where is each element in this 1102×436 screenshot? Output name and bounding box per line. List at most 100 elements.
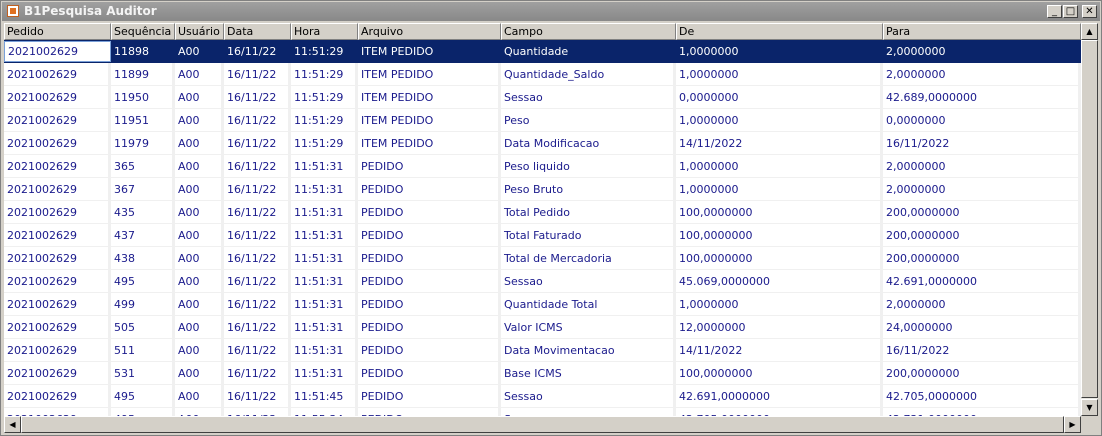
table-cell[interactable]: ITEM PEDIDO xyxy=(358,132,501,155)
table-row[interactable]: 2021002629 495 A00 16/11/22 11:51:31 PEDIDO Se… xyxy=(4,270,1081,293)
table-cell[interactable]: Quantidade Total xyxy=(501,293,676,316)
table-cell[interactable]: 438 xyxy=(111,247,175,270)
table-cell[interactable]: Total Pedido xyxy=(501,201,676,224)
table-cell[interactable]: A00 xyxy=(175,385,224,408)
table-cell[interactable]: 100,0000000 xyxy=(676,201,883,224)
table-cell[interactable]: 11:51:31 xyxy=(291,155,358,178)
scroll-right-button[interactable]: ▶ xyxy=(1064,416,1081,433)
table-row[interactable]: 2021002629 11979 A00 16/11/22 11:51:29 ITEM P… xyxy=(4,132,1081,155)
table-cell[interactable]: PEDIDO xyxy=(358,270,501,293)
scroll-up-button[interactable]: ▲ xyxy=(1081,23,1098,40)
table-cell[interactable]: 16/11/22 xyxy=(224,385,291,408)
table-row[interactable]: 2021002629 437 A00 16/11/22 11:51:31 PEDIDO To… xyxy=(4,224,1081,247)
vertical-scrollbar[interactable]: ▲ ▼ xyxy=(1081,23,1098,416)
table-cell[interactable]: A00 xyxy=(175,408,224,416)
table-row[interactable]: 2021002629 367 A00 16/11/22 11:51:31 PEDIDO Pe… xyxy=(4,178,1081,201)
table-cell[interactable]: Base ICMS xyxy=(501,362,676,385)
title-bar[interactable]: B1Pesquisa Auditor _ □ ✕ xyxy=(2,2,1100,21)
table-cell[interactable]: 365 xyxy=(111,155,175,178)
table-cell[interactable]: A00 xyxy=(175,339,224,362)
table-cell[interactable]: A00 xyxy=(175,316,224,339)
table-cell[interactable]: 16/11/22 xyxy=(224,86,291,109)
table-cell[interactable]: PEDIDO xyxy=(358,178,501,201)
table-cell[interactable]: Sessao xyxy=(501,408,676,416)
table-cell[interactable]: 16/11/22 xyxy=(224,109,291,132)
table-cell[interactable]: 11:51:31 xyxy=(291,224,358,247)
table-cell[interactable]: PEDIDO xyxy=(358,385,501,408)
table-cell[interactable]: 367 xyxy=(111,178,175,201)
table-cell[interactable]: 24,0000000 xyxy=(883,316,1081,339)
table-cell[interactable]: 2,0000000 xyxy=(883,155,1081,178)
table-cell[interactable]: PEDIDO xyxy=(358,224,501,247)
table-cell[interactable]: 16/11/22 xyxy=(224,201,291,224)
table-row[interactable]: 2021002629 11951 A00 16/11/22 11:51:29 ITEM P… xyxy=(4,109,1081,132)
table-row[interactable]: 2021002629 495 A00 16/11/22 11:51:45 PEDIDO Se… xyxy=(4,385,1081,408)
table-cell[interactable]: 2021002629 xyxy=(4,178,111,201)
table-cell[interactable]: 100,0000000 xyxy=(676,224,883,247)
table-row[interactable]: 2021002629 511 A00 16/11/22 11:51:31 PEDIDO Da… xyxy=(4,339,1081,362)
table-cell[interactable]: 2021002629 xyxy=(4,270,111,293)
table-cell[interactable]: 11:51:31 xyxy=(291,293,358,316)
table-cell[interactable]: Quantidade xyxy=(501,40,676,63)
column-header[interactable]: De xyxy=(676,23,883,40)
table-cell[interactable]: 16/11/22 xyxy=(224,339,291,362)
table-cell[interactable]: 1,0000000 xyxy=(676,155,883,178)
table-cell[interactable]: 505 xyxy=(111,316,175,339)
table-cell[interactable]: 200,0000000 xyxy=(883,224,1081,247)
table-cell[interactable]: PEDIDO xyxy=(358,339,501,362)
column-header[interactable]: Usuário xyxy=(175,23,224,40)
table-cell[interactable]: 16/11/22 xyxy=(224,247,291,270)
table-cell[interactable]: Total de Mercadoria xyxy=(501,247,676,270)
table-cell[interactable]: PEDIDO xyxy=(358,247,501,270)
table-cell[interactable]: 531 xyxy=(111,362,175,385)
table-cell[interactable]: 2021002629 xyxy=(4,385,111,408)
table-cell[interactable]: 11:51:29 xyxy=(291,109,358,132)
table-cell[interactable]: 2021002629 xyxy=(4,86,111,109)
table-cell[interactable]: A00 xyxy=(175,40,224,63)
column-header[interactable]: Campo xyxy=(501,23,676,40)
table-cell[interactable]: 16/11/22 xyxy=(224,63,291,86)
table-cell[interactable]: 499 xyxy=(111,293,175,316)
table-cell[interactable]: 11:51:31 xyxy=(291,339,358,362)
table-cell[interactable]: 100,0000000 xyxy=(676,362,883,385)
vertical-scroll-thumb[interactable] xyxy=(1081,40,1098,398)
table-row[interactable]: 2021002629 365 A00 16/11/22 11:51:31 PEDIDO Pe… xyxy=(4,155,1081,178)
table-cell[interactable]: 42.705,0000000 xyxy=(883,385,1081,408)
table-cell[interactable]: PEDIDO xyxy=(358,201,501,224)
table-cell[interactable]: 2021002629 xyxy=(4,362,111,385)
table-cell[interactable]: Valor ICMS xyxy=(501,316,676,339)
table-cell[interactable]: 14/11/2022 xyxy=(676,339,883,362)
table-cell[interactable]: 16/11/2022 xyxy=(883,339,1081,362)
table-cell[interactable]: 495 xyxy=(111,270,175,293)
table-cell[interactable]: Data Modificacao xyxy=(501,132,676,155)
close-button[interactable]: ✕ xyxy=(1082,5,1097,18)
table-cell[interactable]: A00 xyxy=(175,201,224,224)
table-cell[interactable]: ITEM PEDIDO xyxy=(358,86,501,109)
table-cell[interactable]: 200,0000000 xyxy=(883,362,1081,385)
table-cell[interactable]: PEDIDO xyxy=(358,362,501,385)
column-header[interactable]: Sequência xyxy=(111,23,175,40)
table-cell[interactable]: A00 xyxy=(175,178,224,201)
table-row[interactable]: 2021002629 505 A00 16/11/22 11:51:31 PEDIDO Va… xyxy=(4,316,1081,339)
table-cell[interactable]: 11:51:29 xyxy=(291,86,358,109)
table-cell[interactable]: A00 xyxy=(175,132,224,155)
horizontal-scroll-thumb[interactable] xyxy=(21,416,1064,433)
table-row[interactable]: 2021002629 11899 A00 16/11/22 11:51:29 ITEM P… xyxy=(4,63,1081,86)
table-cell[interactable]: 11950 xyxy=(111,86,175,109)
table-cell[interactable]: 42.689,0000000 xyxy=(883,86,1081,109)
table-cell[interactable]: A00 xyxy=(175,86,224,109)
table-cell[interactable]: 42.691,0000000 xyxy=(676,385,883,408)
table-cell[interactable]: 2021002629 xyxy=(4,155,111,178)
table-cell[interactable]: 16/11/22 xyxy=(224,224,291,247)
table-cell[interactable]: 11:51:45 xyxy=(291,385,358,408)
table-cell[interactable]: 1,0000000 xyxy=(676,293,883,316)
table-cell[interactable]: 435 xyxy=(111,201,175,224)
table-cell[interactable]: 16/11/22 xyxy=(224,155,291,178)
table-cell[interactable]: 200,0000000 xyxy=(883,247,1081,270)
table-cell[interactable]: 511 xyxy=(111,339,175,362)
table-row[interactable]: 2021002629 11950 A00 16/11/22 11:51:29 ITEM P… xyxy=(4,86,1081,109)
table-cell[interactable]: 437 xyxy=(111,224,175,247)
table-cell[interactable]: A00 xyxy=(175,270,224,293)
column-header[interactable]: Pedido xyxy=(4,23,111,40)
table-cell[interactable]: 16/11/2022 xyxy=(883,132,1081,155)
